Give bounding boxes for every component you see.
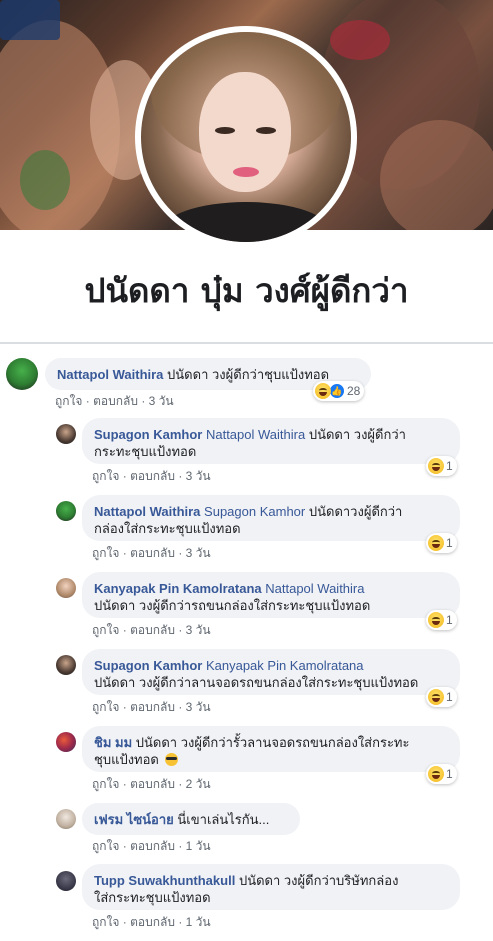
haha-reaction-icon — [428, 458, 444, 474]
commenter-avatar[interactable] — [56, 424, 76, 444]
comment-actions: ถูกใจ · ตอบกลับ · 3 วัน — [92, 469, 211, 483]
comment-author[interactable]: Kanyapak Pin Kamolratana — [94, 581, 262, 596]
reaction-summary[interactable]: 1 — [426, 456, 457, 476]
comment-text: ปนัดดา วงผู้ดีกว่ารถขนกล่องใส่กระทะชุบแป… — [94, 598, 371, 613]
comment-text: นี่เขาเล่นไรกัน... — [177, 812, 270, 827]
haha-reaction-icon — [315, 383, 331, 399]
comment-time[interactable]: 3 วัน — [186, 623, 211, 637]
comment-text: ปนัดดาวงผู้ดีกว่า — [308, 504, 403, 519]
like-link[interactable]: ถูกใจ — [55, 394, 82, 408]
like-link[interactable]: ถูกใจ — [92, 700, 119, 714]
comment-actions: ถูกใจ · ตอบกลับ · 1 วัน — [92, 839, 211, 853]
comment-actions: ถูกใจ · ตอบกลับ · 3 วัน — [92, 546, 211, 560]
like-link[interactable]: ถูกใจ — [92, 839, 119, 853]
reply-link[interactable]: ตอบกลับ — [130, 469, 175, 483]
reaction-count: 1 — [446, 690, 453, 704]
comment-bubble: Tupp Suwakhunthakull ปนัดดา วงผู้ดีกว่าบ… — [82, 864, 460, 910]
comment-bubble: Nattapol Waithira Supagon Kamhor ปนัดดาว… — [82, 495, 460, 541]
haha-reaction-icon — [428, 612, 444, 628]
like-link[interactable]: ถูกใจ — [92, 623, 119, 637]
commenter-avatar[interactable] — [56, 732, 76, 752]
reply-link[interactable]: ตอบกลับ — [130, 839, 175, 853]
reaction-count: 1 — [446, 459, 453, 473]
comment-text: ปนัดดา วงผู้ดีกว่าชุบแป้งทอด — [167, 367, 330, 382]
comment-time[interactable]: 3 วัน — [186, 469, 211, 483]
comment-actions: ถูกใจ · ตอบกลับ · 1 วัน — [92, 915, 211, 929]
comment-author[interactable]: เฟรม ไซน์อาย — [94, 812, 174, 827]
comment-time[interactable]: 1 วัน — [186, 915, 211, 929]
comment-time[interactable]: 1 วัน — [186, 839, 211, 853]
comment-author[interactable]: Nattapol Waithira — [94, 504, 200, 519]
commenter-avatar[interactable] — [6, 358, 38, 390]
haha-reaction-icon — [428, 689, 444, 705]
comment-text: ปนัดดา วงผู้ดีกว่าบริษัทกล่อง — [238, 873, 399, 888]
reply-link[interactable]: ตอบกลับ — [130, 915, 175, 929]
comment-bubble: ชิม มม ปนัดดา วงผู้ดีกว่ารั้วลานจอดรถขนก… — [82, 726, 460, 772]
like-link[interactable]: ถูกใจ — [92, 777, 119, 791]
mention-link[interactable]: Nattapol Waithira — [206, 427, 305, 442]
comment-bubble: Kanyapak Pin Kamolratana Nattapol Waithi… — [82, 572, 460, 618]
sunglasses-emoji-icon — [164, 753, 178, 766]
comment-time[interactable]: 3 วัน — [186, 546, 211, 560]
like-link[interactable]: ถูกใจ — [92, 546, 119, 560]
comment-time[interactable]: 2 วัน — [186, 777, 211, 791]
comment-author[interactable]: Supagon Kamhor — [94, 658, 202, 673]
reply-link[interactable]: ตอบกลับ — [130, 546, 175, 560]
comment-author[interactable]: Supagon Kamhor — [94, 427, 202, 442]
reply-link[interactable]: ตอบกลับ — [130, 623, 175, 637]
comment-author[interactable]: Nattapol Waithira — [57, 367, 163, 382]
comment-actions: ถูกใจ · ตอบกลับ · 3 วัน — [92, 700, 211, 714]
haha-reaction-icon — [428, 535, 444, 551]
like-link[interactable]: ถูกใจ — [92, 469, 119, 483]
comment-text: ปนัดดา วงผู้ดีกว่ารั้วลานจอดรถขนกล่องใส่… — [135, 735, 410, 750]
reply-link[interactable]: ตอบกลับ — [93, 394, 138, 408]
divider — [0, 342, 493, 344]
comment-time[interactable]: 3 วัน — [149, 394, 174, 408]
comment-bubble: Supagon Kamhor Kanyapak Pin Kamolratana … — [82, 649, 460, 695]
haha-reaction-icon — [428, 766, 444, 782]
comment-text: กล่องใส่กระทะชุบแป้งทอด — [94, 521, 241, 536]
comment-text: ปนัดดา วงผู้ดีกว่าลานจอดรถขนกล่องใส่กระท… — [94, 675, 419, 690]
comment-text: ใส่กระทะชุบแป้งทอด — [94, 890, 211, 905]
reply-link[interactable]: ตอบกลับ — [130, 777, 175, 791]
reaction-summary[interactable]: 1 — [426, 764, 457, 784]
commenter-avatar[interactable] — [56, 501, 76, 521]
comment-actions: ถูกใจ · ตอบกลับ · 3 วัน — [55, 394, 174, 408]
reaction-count: 1 — [446, 536, 453, 550]
mention-link[interactable]: Nattapol Waithira — [265, 581, 364, 596]
comment-bubble: Supagon Kamhor Nattapol Waithira ปนัดดา … — [82, 418, 460, 464]
reaction-summary[interactable]: 1 — [426, 687, 457, 707]
comment-text: กระทะชุบแป้งทอด — [94, 444, 197, 459]
like-reaction-icon: 👍 — [329, 383, 345, 399]
mention-link[interactable]: Supagon Kamhor — [204, 504, 305, 519]
comment-actions: ถูกใจ · ตอบกลับ · 3 วัน — [92, 623, 211, 637]
commenter-avatar[interactable] — [56, 871, 76, 891]
reaction-summary[interactable]: 👍 28 — [313, 381, 365, 401]
mention-link[interactable]: Kanyapak Pin Kamolratana — [206, 658, 364, 673]
reaction-count: 1 — [446, 613, 453, 627]
profile-picture[interactable] — [135, 26, 357, 248]
comment-text: ปนัดดา วงผู้ดีกว่า — [308, 427, 406, 442]
comment-author[interactable]: ชิม มม — [94, 735, 132, 750]
comment-actions: ถูกใจ · ตอบกลับ · 2 วัน — [92, 777, 211, 791]
reaction-count: 1 — [446, 767, 453, 781]
commenter-avatar[interactable] — [56, 809, 76, 829]
reaction-summary[interactable]: 1 — [426, 533, 457, 553]
reaction-count: 28 — [347, 384, 361, 398]
comment-text: ชุบแป้งทอด — [94, 752, 159, 767]
profile-name: ปนัดดา บุ๋ม วงศ์ผู้ดีกว่า — [84, 271, 409, 310]
commenter-avatar[interactable] — [56, 578, 76, 598]
commenter-avatar[interactable] — [56, 655, 76, 675]
comment-time[interactable]: 3 วัน — [186, 700, 211, 714]
reply-link[interactable]: ตอบกลับ — [130, 700, 175, 714]
comment-author[interactable]: Tupp Suwakhunthakull — [94, 873, 235, 888]
comment-bubble: เฟรม ไซน์อาย นี่เขาเล่นไรกัน... — [82, 803, 300, 835]
like-link[interactable]: ถูกใจ — [92, 915, 119, 929]
reaction-summary[interactable]: 1 — [426, 610, 457, 630]
